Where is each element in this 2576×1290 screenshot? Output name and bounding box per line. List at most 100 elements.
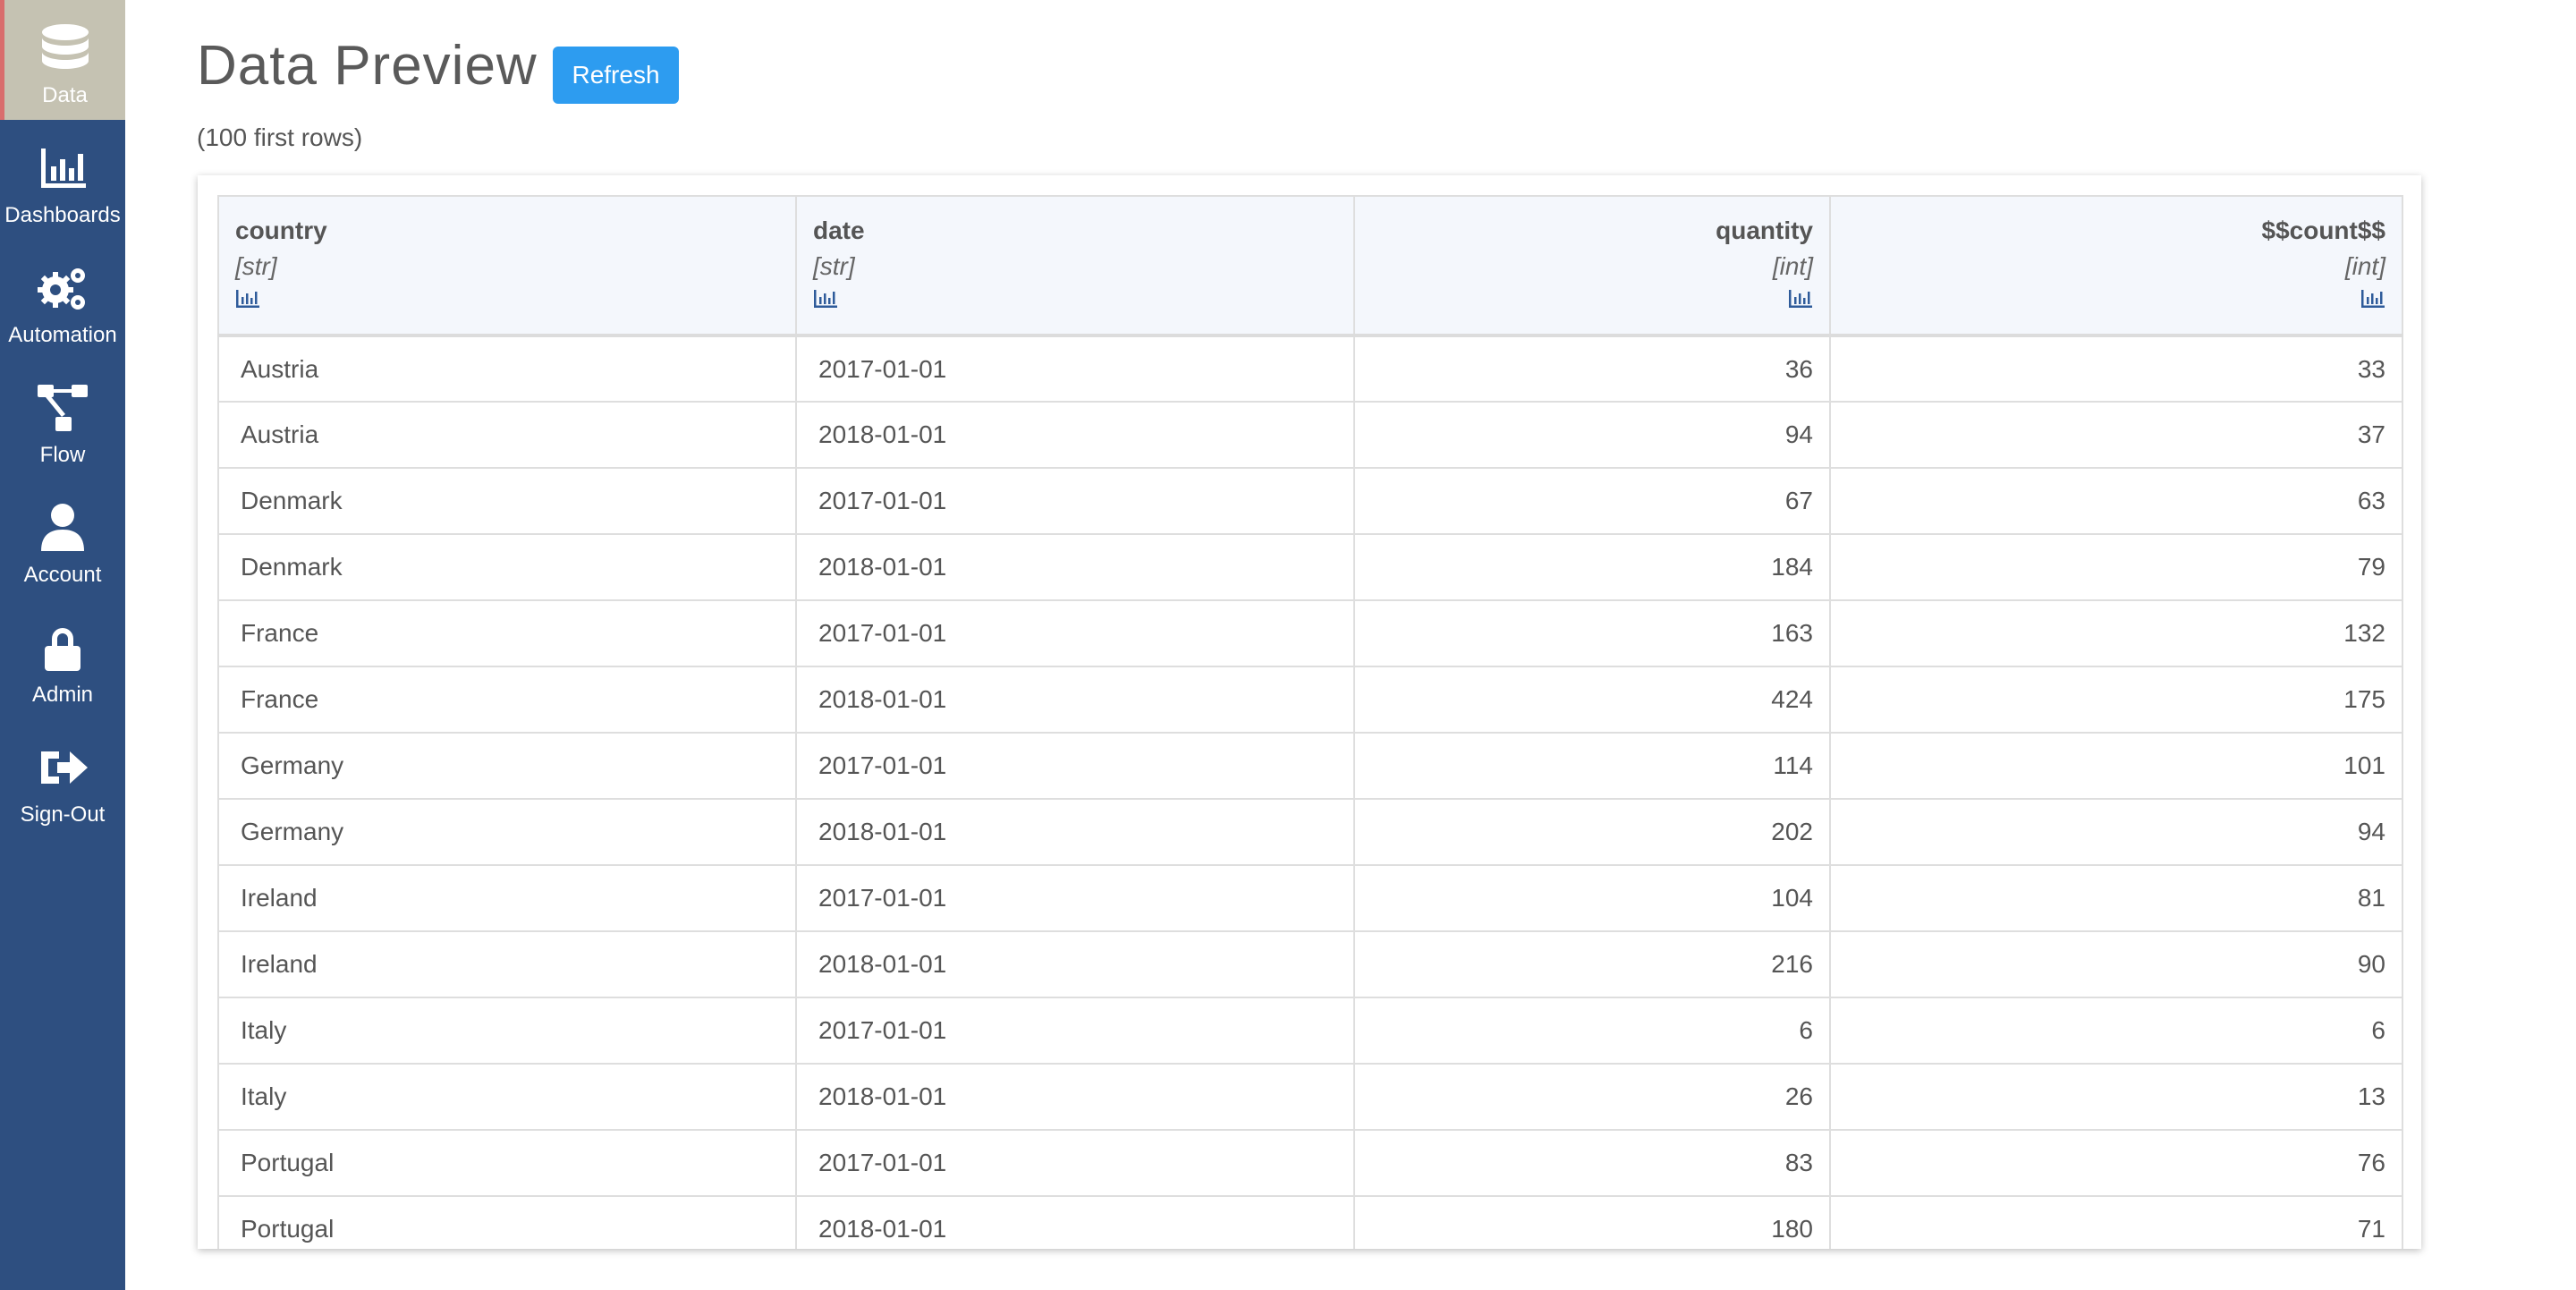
column-header-date[interactable]: date [str] (795, 195, 1355, 336)
sidebar-item-sign-out[interactable]: Sign-Out (0, 719, 125, 839)
table-cell-date: 2018-01-01 (795, 1063, 1355, 1131)
table-cell-date: 2017-01-01 (795, 334, 1355, 403)
table-cell-country: Germany (217, 732, 797, 800)
table-cell-date: 2018-01-01 (795, 798, 1355, 866)
table-row: France 2018-01-01 424 175 (217, 666, 2403, 734)
table-cell-quantity: 104 (1353, 864, 1831, 932)
bar-chart-icon[interactable] (1788, 288, 1813, 310)
table-cell-count: 81 (1829, 864, 2403, 932)
column-type: [str] (813, 252, 855, 280)
table-cell-date: 2018-01-01 (795, 401, 1355, 469)
table-cell-date: 2017-01-01 (795, 732, 1355, 800)
table-cell-date: 2017-01-01 (795, 599, 1355, 667)
bar-chart-icon (36, 141, 89, 195)
table-cell-country: Ireland (217, 930, 797, 998)
row-count-note: (100 first rows) (197, 123, 363, 151)
column-header-country[interactable]: country [str] (217, 195, 797, 336)
table-row: Austria 2017-01-01 36 33 (217, 334, 2403, 403)
sidebar-item-label: Account (23, 563, 102, 587)
table-cell-count: 175 (1829, 666, 2403, 734)
table-cell-quantity: 216 (1353, 930, 1831, 998)
table-cell-country: Portugal (217, 1195, 797, 1249)
database-icon (38, 21, 92, 75)
column-type: [int] (2344, 252, 2385, 280)
gears-icon (36, 261, 89, 315)
sidebar-item-label: Data (42, 83, 88, 107)
table-cell-quantity: 163 (1353, 599, 1831, 667)
table-cell-country: Italy (217, 997, 797, 1065)
table-cell-country: Austria (217, 401, 797, 469)
table-cell-country: France (217, 666, 797, 734)
table-cell-count: 71 (1829, 1195, 2403, 1249)
table-row: Italy 2017-01-01 6 6 (217, 997, 2403, 1065)
table-cell-country: Italy (217, 1063, 797, 1131)
table-cell-country: Denmark (217, 467, 797, 535)
column-type: [int] (1772, 252, 1813, 280)
table-cell-date: 2018-01-01 (795, 533, 1355, 601)
table-cell-count: 76 (1829, 1129, 2403, 1197)
sidebar-item-label: Admin (31, 683, 94, 707)
table-cell-count: 37 (1829, 401, 2403, 469)
table-row: France 2017-01-01 163 132 (217, 599, 2403, 667)
column-header-count[interactable]: $$count$$ [int] (1829, 195, 2403, 336)
sidebar-item-dashboards[interactable]: Dashboards (0, 120, 125, 240)
column-name: $$count$$ (2261, 216, 2386, 244)
table-cell-date: 2017-01-01 (795, 1129, 1355, 1197)
table-cell-country: Ireland (217, 864, 797, 932)
main-content: Data Preview Refresh (100 first rows) co… (125, 0, 2576, 1290)
table-row: Italy 2018-01-01 26 13 (217, 1063, 2403, 1131)
data-table: country [str] date [str] quantity [int] … (217, 195, 2403, 1249)
bar-chart-icon[interactable] (235, 288, 260, 310)
page-title: Data Preview (197, 35, 538, 97)
column-name: quantity (1716, 216, 1813, 244)
table-row: Portugal 2017-01-01 83 76 (217, 1129, 2403, 1197)
user-icon (36, 501, 89, 555)
table-cell-quantity: 94 (1353, 401, 1831, 469)
sidebar-item-account[interactable]: Account (0, 480, 125, 599)
table-cell-count: 79 (1829, 533, 2403, 601)
table-cell-quantity: 67 (1353, 467, 1831, 535)
table-row: Ireland 2018-01-01 216 90 (217, 930, 2403, 998)
flow-icon (36, 381, 89, 435)
sidebar-item-automation[interactable]: Automation (0, 240, 125, 360)
table-cell-date: 2018-01-01 (795, 666, 1355, 734)
sign-out-icon (36, 741, 89, 794)
table-cell-quantity: 114 (1353, 732, 1831, 800)
table-row: Denmark 2018-01-01 184 79 (217, 533, 2403, 601)
table-cell-quantity: 424 (1353, 666, 1831, 734)
table-row: Portugal 2018-01-01 180 71 (217, 1195, 2403, 1249)
table-row: Germany 2017-01-01 114 101 (217, 732, 2403, 800)
table-cell-quantity: 83 (1353, 1129, 1831, 1197)
table-cell-quantity: 36 (1353, 334, 1831, 403)
refresh-button[interactable]: Refresh (553, 47, 679, 104)
table-row: Ireland 2017-01-01 104 81 (217, 864, 2403, 932)
table-cell-count: 94 (1829, 798, 2403, 866)
lock-icon (36, 621, 89, 675)
table-cell-date: 2018-01-01 (795, 930, 1355, 998)
table-cell-quantity: 180 (1353, 1195, 1831, 1249)
bar-chart-icon[interactable] (2360, 288, 2385, 310)
sidebar-item-label: Dashboards (4, 203, 121, 227)
table-cell-count: 33 (1829, 334, 2403, 403)
table-row: Germany 2018-01-01 202 94 (217, 798, 2403, 866)
sidebar-item-admin[interactable]: Admin (0, 599, 125, 719)
table-cell-date: 2017-01-01 (795, 997, 1355, 1065)
table-row: Denmark 2017-01-01 67 63 (217, 467, 2403, 535)
table-header-row: country [str] date [str] quantity [int] … (217, 195, 2403, 336)
sidebar-item-data[interactable]: Data (0, 0, 125, 120)
table-cell-quantity: 6 (1353, 997, 1831, 1065)
bar-chart-icon[interactable] (813, 288, 838, 310)
table-cell-quantity: 26 (1353, 1063, 1831, 1131)
table-cell-country: Austria (217, 334, 797, 403)
column-name: date (813, 216, 865, 244)
table-cell-count: 132 (1829, 599, 2403, 667)
sidebar-item-flow[interactable]: Flow (0, 360, 125, 480)
column-name: country (235, 216, 327, 244)
table-cell-country: Portugal (217, 1129, 797, 1197)
data-preview-card: country [str] date [str] quantity [int] … (198, 175, 2421, 1249)
column-header-quantity[interactable]: quantity [int] (1353, 195, 1831, 336)
table-cell-count: 13 (1829, 1063, 2403, 1131)
table-row: Austria 2018-01-01 94 37 (217, 401, 2403, 469)
table-cell-quantity: 184 (1353, 533, 1831, 601)
sidebar: Data Dashboards Automation Flow Account … (0, 0, 125, 1290)
